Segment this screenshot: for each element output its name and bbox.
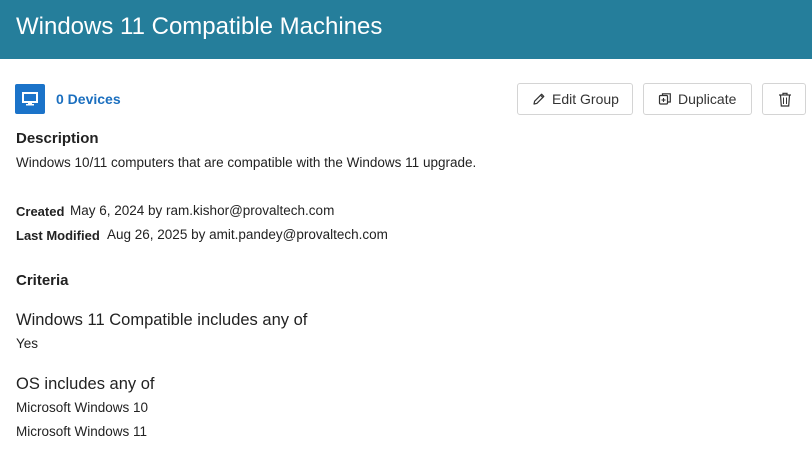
last-modified-label: Last Modified bbox=[16, 228, 100, 243]
last-modified-value: Aug 26, 2025 by amit.pandey@provaltech.c… bbox=[107, 227, 388, 242]
monitor-icon-glyph bbox=[22, 92, 38, 106]
criteria-value: Microsoft Windows 10 bbox=[16, 400, 149, 415]
criteria-value: Yes bbox=[16, 336, 39, 351]
created-value: May 6, 2024 by ram.kishor@provaltech.com bbox=[70, 203, 335, 218]
page-title: Windows 11 Compatible Machines bbox=[16, 13, 383, 40]
duplicate-icon bbox=[658, 92, 672, 111]
edit-group-button[interactable]: Edit Group bbox=[517, 83, 633, 115]
criteria-title: OS includes any of bbox=[16, 375, 155, 393]
edit-group-label: Edit Group bbox=[552, 91, 619, 107]
devices-count-link[interactable]: 0 Devices bbox=[56, 90, 121, 108]
description-text: Windows 10/11 computers that are compati… bbox=[16, 155, 477, 170]
page-header: Windows 11 Compatible Machines bbox=[0, 0, 812, 59]
delete-button[interactable] bbox=[762, 83, 806, 115]
criteria-heading: Criteria bbox=[16, 272, 69, 289]
duplicate-button[interactable]: Duplicate bbox=[643, 83, 752, 115]
created-label: Created bbox=[16, 204, 65, 219]
monitor-icon[interactable] bbox=[15, 84, 45, 114]
criteria-value: Microsoft Windows 11 bbox=[16, 424, 148, 439]
pencil-icon bbox=[532, 92, 546, 111]
criteria-title: Windows 11 Compatible includes any of bbox=[16, 311, 308, 329]
duplicate-label: Duplicate bbox=[678, 91, 737, 107]
description-heading: Description bbox=[16, 130, 99, 147]
trash-icon bbox=[778, 92, 792, 112]
